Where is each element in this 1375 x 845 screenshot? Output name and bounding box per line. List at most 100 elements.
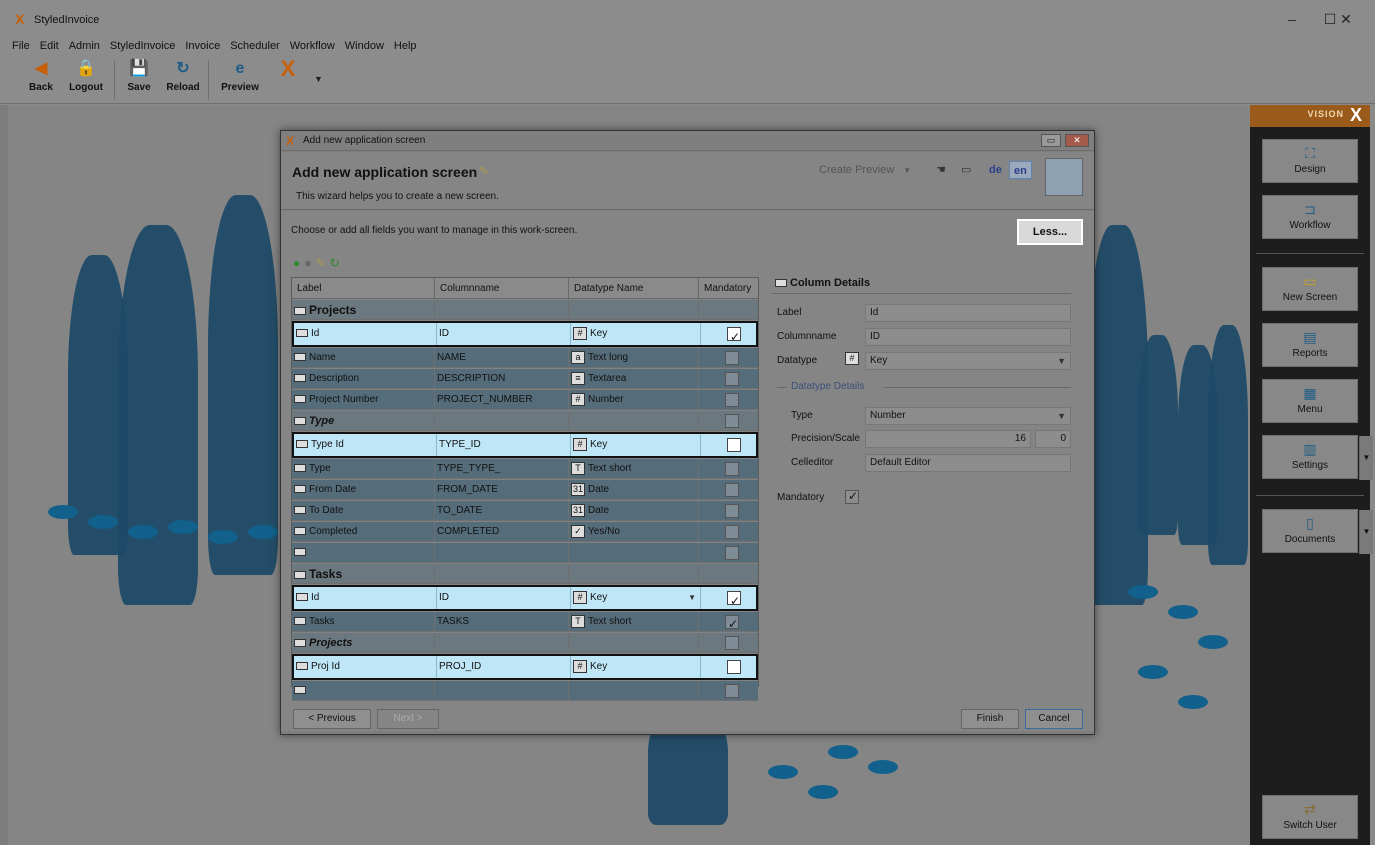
table-row[interactable]: Description DESCRIPTION ≡ Textarea <box>292 369 758 389</box>
dialog-window-title: Add new application screen <box>303 135 426 146</box>
previous-button[interactable]: < Previous <box>293 709 371 729</box>
logout-button[interactable]: 🔒 Logout <box>66 58 106 102</box>
columnname-input[interactable]: ID <box>865 328 1071 346</box>
chevron-down-icon[interactable]: ▼ <box>1359 436 1373 480</box>
reload-button[interactable]: ↻ Reload <box>163 58 203 102</box>
table-row[interactable]: To Date TO_DATE 31 Date <box>292 501 758 521</box>
chevron-down-icon[interactable]: ▼ <box>314 74 323 84</box>
col-header-columnname[interactable]: Columnname <box>435 278 569 299</box>
table-row[interactable]: Tasks TASKS T Text short <box>292 612 758 632</box>
minimize-button[interactable]: – <box>1272 8 1312 30</box>
sidebar-menu-button[interactable]: ▦ Menu <box>1262 379 1358 423</box>
sidebar-new-screen-button[interactable]: ▭ New Screen <box>1262 267 1358 311</box>
cell-label: Projects <box>292 300 435 319</box>
datatype-select[interactable]: Key ▼ <box>865 352 1071 370</box>
menu-workflow[interactable]: Workflow <box>290 38 335 54</box>
dialog-restore-button[interactable]: ▭ <box>1041 134 1061 147</box>
table-row[interactable]: From Date FROM_DATE 31 Date <box>292 480 758 500</box>
menu-edit[interactable]: Edit <box>40 38 59 54</box>
mandatory-checkbox[interactable] <box>725 504 739 518</box>
finish-button[interactable]: Finish <box>961 709 1019 729</box>
back-button[interactable]: ◀ Back <box>26 58 56 102</box>
table-row[interactable]: Type TYPE_TYPE_ T Text short <box>292 459 758 479</box>
mandatory-checkbox[interactable] <box>725 351 739 365</box>
menu-file[interactable]: File <box>12 38 30 54</box>
mandatory-checkbox[interactable] <box>727 438 741 452</box>
mandatory-checkbox[interactable] <box>725 414 739 428</box>
toolbar: ◀ Back 🔒 Logout 💾 Save ↻ Reload e Previe… <box>0 54 1375 104</box>
hand-icon[interactable]: ☚ <box>936 163 946 176</box>
close-button[interactable]: ✕ <box>1326 8 1366 30</box>
app-menu-button[interactable]: X <box>268 58 308 102</box>
lang-en-button[interactable]: en <box>1009 161 1032 179</box>
mandatory-checkbox[interactable] <box>725 462 739 476</box>
table-group-row[interactable]: Tasks <box>292 564 758 584</box>
table-row[interactable]: Project Number PROJECT_NUMBER # Number <box>292 390 758 410</box>
type-select[interactable]: Number ▼ <box>865 407 1071 425</box>
window-titlebar: X StyledInvoice – ☐ ✕ <box>0 0 1375 38</box>
table-row[interactable]: Name NAME a Text long <box>292 348 758 368</box>
sidebar-reports-button[interactable]: ▤ Reports <box>1262 323 1358 367</box>
scale-input[interactable]: 0 <box>1035 430 1071 448</box>
mandatory-checkbox[interactable] <box>725 372 739 386</box>
mandatory-checkbox[interactable] <box>727 590 741 609</box>
person-silhouette-icon <box>118 225 198 605</box>
sidebar-workflow-button[interactable]: ⊐ Workflow <box>1262 195 1358 239</box>
cell-columnname: TO_DATE <box>435 501 569 520</box>
field-icon <box>296 593 308 602</box>
table-row[interactable]: Proj Id PROJ_ID # Key <box>292 654 758 680</box>
create-preview-dropdown[interactable]: Create Preview ▼ <box>819 164 911 176</box>
sidebar-documents-button[interactable]: ▯ Documents ▼ <box>1262 509 1373 554</box>
table-row[interactable] <box>292 681 758 701</box>
mandatory-checkbox[interactable] <box>725 525 739 539</box>
next-button[interactable]: Next > <box>377 709 439 729</box>
chevron-down-icon[interactable]: ▼ <box>688 587 696 609</box>
col-header-mandatory[interactable]: Mandatory <box>699 278 758 299</box>
col-header-datatype[interactable]: Datatype Name <box>569 278 699 299</box>
add-icon[interactable]: ● <box>293 256 300 270</box>
mandatory-checkbox[interactable] <box>725 393 739 407</box>
sidebar-switch-user-button[interactable]: ⇄ Switch User <box>1262 795 1358 839</box>
menu-help[interactable]: Help <box>394 38 417 54</box>
col-header-label[interactable]: Label <box>292 278 435 299</box>
table-row[interactable] <box>292 543 758 563</box>
table-group-row[interactable]: Type <box>292 411 758 431</box>
table-group-row[interactable]: Projects <box>292 633 758 653</box>
table-group-row[interactable]: Projects <box>292 300 758 320</box>
preview-button[interactable]: e Preview <box>218 58 262 102</box>
sidebar-design-button[interactable]: ⛶ Design <box>1262 139 1358 183</box>
cell-label: Id <box>294 323 437 345</box>
celleditor-input[interactable]: Default Editor <box>865 454 1071 472</box>
table-row[interactable]: Completed COMPLETED ✓ Yes/No <box>292 522 758 542</box>
mandatory-checkbox[interactable] <box>727 326 741 345</box>
less-button[interactable]: Less... <box>1017 219 1083 245</box>
divider <box>777 387 787 388</box>
mandatory-checkbox[interactable] <box>845 489 859 504</box>
mandatory-checkbox[interactable] <box>725 483 739 497</box>
lang-de-button[interactable]: de <box>985 161 1006 179</box>
table-row[interactable]: Type Id TYPE_ID # Key <box>292 432 758 458</box>
precision-input[interactable]: 16 <box>865 430 1031 448</box>
edit-icon[interactable]: ✎ <box>316 256 326 270</box>
mandatory-checkbox[interactable] <box>725 684 739 698</box>
menu-styledinvoice[interactable]: StyledInvoice <box>110 38 175 54</box>
menu-scheduler[interactable]: Scheduler <box>230 38 280 54</box>
table-row[interactable]: Id ID # Key ▼ <box>292 585 758 611</box>
table-row[interactable]: Id ID # Key <box>292 321 758 347</box>
remove-icon[interactable]: ● <box>304 256 311 270</box>
save-button[interactable]: 💾 Save <box>124 58 154 102</box>
id-card-icon[interactable]: ▭ <box>961 163 971 176</box>
mandatory-checkbox[interactable] <box>727 660 741 674</box>
mandatory-checkbox[interactable] <box>725 614 739 631</box>
label-input[interactable]: Id <box>865 304 1071 322</box>
refresh-icon[interactable]: ↻ <box>330 256 340 270</box>
cancel-button[interactable]: Cancel <box>1025 709 1083 729</box>
menu-admin[interactable]: Admin <box>69 38 100 54</box>
mandatory-checkbox[interactable] <box>725 546 739 560</box>
menu-window[interactable]: Window <box>345 38 384 54</box>
chevron-down-icon[interactable]: ▼ <box>1359 510 1373 554</box>
sidebar-settings-button[interactable]: ▥ Settings ▼ <box>1262 435 1373 480</box>
menu-invoice[interactable]: Invoice <box>185 38 220 54</box>
mandatory-checkbox[interactable] <box>725 636 739 650</box>
dialog-close-button[interactable]: ✕ <box>1065 134 1089 147</box>
